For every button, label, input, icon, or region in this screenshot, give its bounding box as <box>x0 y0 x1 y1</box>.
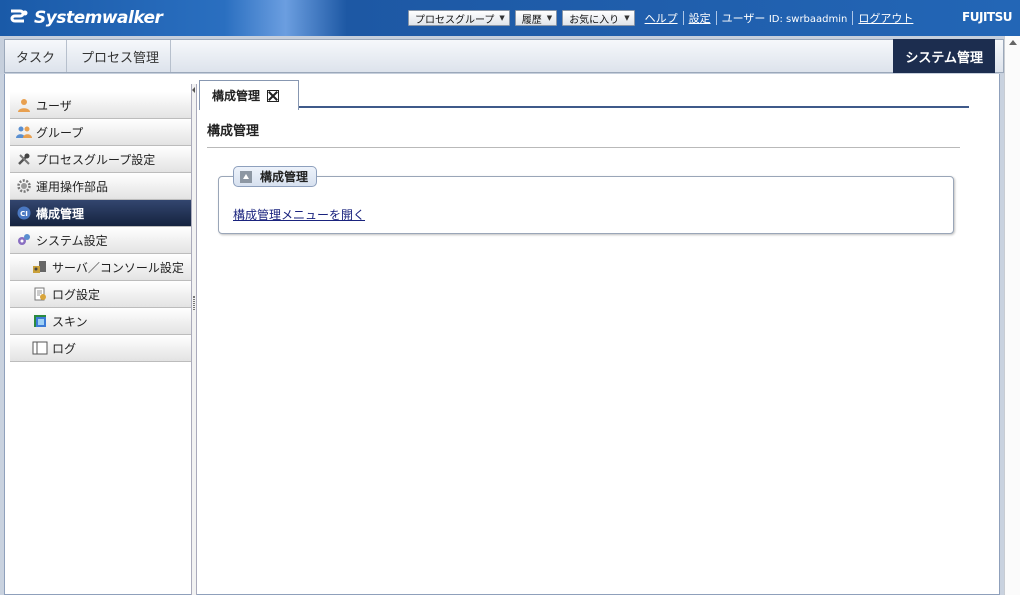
sidebar-item-label: システム設定 <box>36 233 108 248</box>
log-book-icon <box>32 340 48 356</box>
sidebar-item-label: プロセスグループ設定 <box>36 152 156 167</box>
systemwalker-logo-icon <box>10 9 28 23</box>
sidebar-item-operation-parts[interactable]: 運用操作部品 <box>10 173 191 200</box>
user-label: ユーザー <box>721 12 766 25</box>
gear-icon <box>16 178 32 194</box>
tab-process-management[interactable]: プロセス管理 <box>70 40 172 72</box>
sidebar-item-server-console-settings[interactable]: サーバ／コンソール設定 <box>10 254 191 281</box>
sidebar-item-system-settings[interactable]: システム設定 <box>10 227 191 254</box>
dropdown-label: お気に入り <box>569 14 620 26</box>
sidebar-item-label: スキン <box>52 314 88 329</box>
chevron-down-icon: ▼ <box>499 14 505 22</box>
user-icon <box>16 97 32 113</box>
brand-name: Systemwalker <box>34 8 163 28</box>
chevron-down-icon: ▼ <box>546 14 553 22</box>
top-navigation: プロセスグループ ▼ 履歴 ▼ お気に入り ▼ ヘルプ 設定 ユーザー ID: … <box>408 9 918 27</box>
tab-label: 構成管理 <box>212 89 261 103</box>
process-group-dropdown[interactable]: プロセスグループ ▼ <box>408 10 510 26</box>
ci-icon: CI <box>16 205 32 221</box>
page-title: 構成管理 <box>207 124 260 139</box>
sidebar: ユーザ グループ プロセスグループ設定 運用操作部品 CI 構成管理 システム設… <box>10 90 191 362</box>
sidebar-item-process-group-settings[interactable]: プロセスグループ設定 <box>10 146 191 173</box>
tab-configuration-management[interactable]: 構成管理 <box>199 80 299 110</box>
collapse-arrow-icon[interactable] <box>192 87 195 93</box>
svg-text:CI: CI <box>20 210 28 218</box>
content-tab-row: 構成管理 <box>199 80 969 110</box>
skin-icon <box>32 313 48 329</box>
help-link[interactable]: ヘルプ <box>640 10 683 26</box>
chevron-down-icon: ▼ <box>624 14 630 22</box>
divider <box>715 11 717 25</box>
sidebar-item-label: サーバ／コンソール設定 <box>52 260 184 275</box>
panel-title: 構成管理 <box>260 170 309 184</box>
dropdown-label: プロセスグループ <box>415 14 495 26</box>
sidebar-item-log-settings[interactable]: ログ設定 <box>10 281 191 308</box>
sidebar-item-user[interactable]: ユーザ <box>10 92 191 119</box>
sidebar-item-label: ユーザ <box>36 98 72 113</box>
server-console-icon <box>32 259 48 275</box>
close-icon[interactable] <box>267 89 280 102</box>
panel-header[interactable]: 構成管理 <box>233 166 318 187</box>
log-settings-icon <box>32 286 48 302</box>
sidebar-item-label: 運用操作部品 <box>36 179 109 194</box>
group-icon <box>16 124 32 140</box>
divider <box>852 11 854 25</box>
divider <box>682 11 684 25</box>
sidebar-item-label: ログ <box>52 341 77 356</box>
divider <box>207 147 960 148</box>
sidebar-item-skin[interactable]: スキン <box>10 308 191 335</box>
settings-gears-icon <box>16 232 32 248</box>
user-id: ID: swrbaadmin <box>768 14 848 25</box>
history-dropdown[interactable]: 履歴 ▼ <box>514 10 558 26</box>
tab-system-management[interactable]: システム管理 <box>893 39 995 73</box>
dropdown-label: 履歴 <box>521 14 542 26</box>
main-tab-strip: タスク プロセス管理 システム管理 <box>4 39 1004 73</box>
favorites-dropdown[interactable]: お気に入り ▼ <box>562 10 635 26</box>
top-bar: Systemwalker プロセスグループ ▼ 履歴 ▼ お気に入り ▼ ヘルプ… <box>0 0 1020 36</box>
scroll-up-icon[interactable] <box>1009 40 1017 45</box>
open-configuration-menu-link[interactable]: 構成管理メニューを開く <box>233 206 365 223</box>
sidebar-item-configuration-management[interactable]: CI 構成管理 <box>10 200 191 227</box>
configuration-panel: 構成管理 構成管理メニューを開く <box>218 166 954 234</box>
sidebar-item-label: ログ設定 <box>52 287 101 302</box>
sidebar-item-label: グループ <box>36 125 84 140</box>
sidebar-item-label: 構成管理 <box>36 206 85 221</box>
content-area: 構成管理 構成管理 構成管理 構成管理メニューを開く <box>199 74 999 593</box>
main-tab-bar: タスク プロセス管理 システム管理 <box>0 36 1020 74</box>
user-info: ユーザー ID: swrbaadmin <box>717 10 853 26</box>
fujitsu-logo: FUJITSU <box>962 10 1012 24</box>
collapse-up-icon[interactable] <box>240 170 252 183</box>
sidebar-splitter[interactable] <box>191 84 197 595</box>
main-frame: ユーザ グループ プロセスグループ設定 運用操作部品 CI 構成管理 システム設… <box>4 74 1000 595</box>
logout-link[interactable]: ログアウト <box>853 10 918 26</box>
window-scrollbar[interactable] <box>1004 36 1020 595</box>
tab-task[interactable]: タスク <box>5 40 68 72</box>
settings-link[interactable]: 設定 <box>684 10 716 26</box>
splitter-grip-icon[interactable] <box>193 296 195 310</box>
sidebar-item-log[interactable]: ログ <box>10 335 191 362</box>
brand-logo: Systemwalker <box>8 8 163 28</box>
sidebar-item-group[interactable]: グループ <box>10 119 191 146</box>
tools-icon <box>16 151 32 167</box>
